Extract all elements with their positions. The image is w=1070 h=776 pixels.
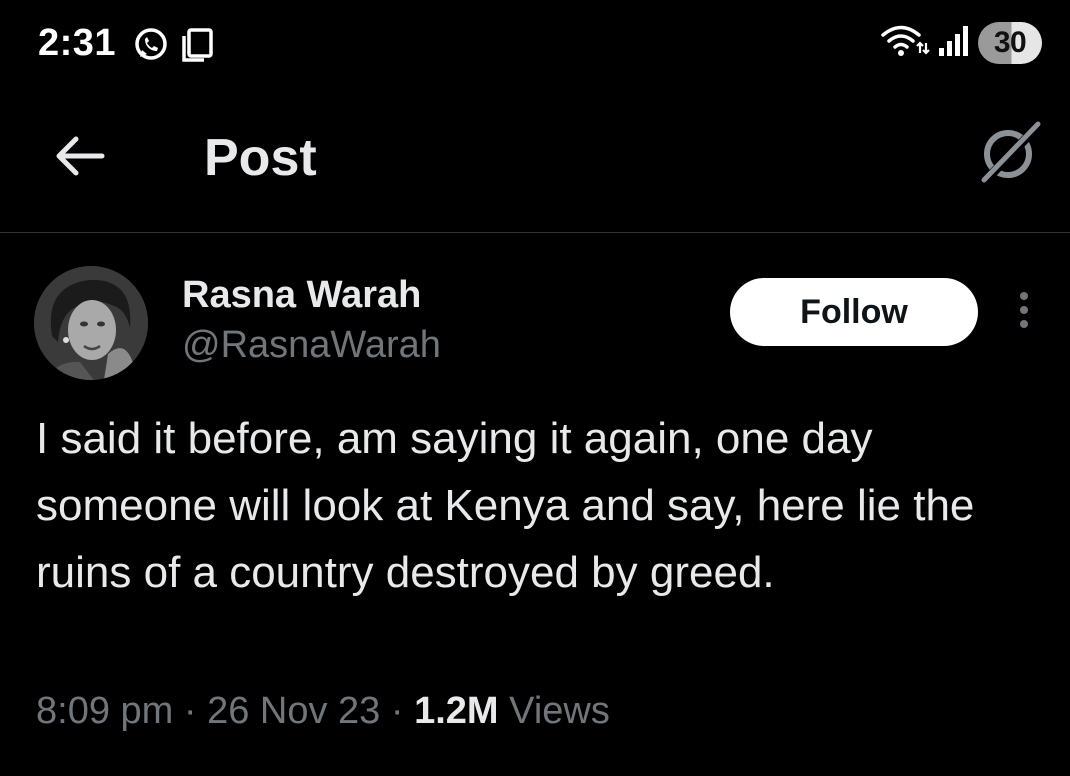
whatsapp-icon: [132, 26, 170, 69]
back-arrow-icon: [54, 134, 106, 183]
post-text: I said it before, am saying it again, on…: [36, 414, 975, 597]
author-handle[interactable]: @RasnaWarah: [182, 324, 441, 367]
grok-button[interactable]: [974, 120, 1044, 190]
post-header: Post: [0, 100, 1070, 233]
meta-separator: ·: [390, 690, 404, 732]
status-left-icons: [132, 26, 214, 69]
battery-indicator: 30: [978, 22, 1042, 64]
status-right-icons: 30: [880, 22, 1042, 64]
author-name[interactable]: Rasna Warah: [182, 274, 421, 317]
screenshot-icon: [180, 27, 214, 68]
follow-button[interactable]: Follow: [730, 278, 978, 346]
status-time: 2:31: [38, 22, 117, 64]
post-time[interactable]: 8:09 pm: [36, 690, 173, 732]
back-button[interactable]: [46, 124, 114, 192]
signal-icon: [938, 24, 970, 63]
more-options-button[interactable]: [1004, 290, 1044, 334]
page-title: Post: [204, 129, 317, 187]
avatar[interactable]: [34, 266, 148, 380]
grok-icon: [976, 120, 1042, 191]
wifi-icon: [880, 23, 930, 64]
meta-separator: ·: [183, 690, 197, 732]
views-label[interactable]: Views: [509, 690, 610, 732]
views-count[interactable]: 1.2M: [414, 690, 498, 732]
post-date[interactable]: 26 Nov 23: [207, 690, 380, 732]
status-bar: 2:31 30: [0, 0, 1070, 92]
post-meta: 8:09 pm · 26 Nov 23 · 1.2M Views: [36, 690, 610, 733]
more-vertical-icon: [1018, 290, 1030, 335]
